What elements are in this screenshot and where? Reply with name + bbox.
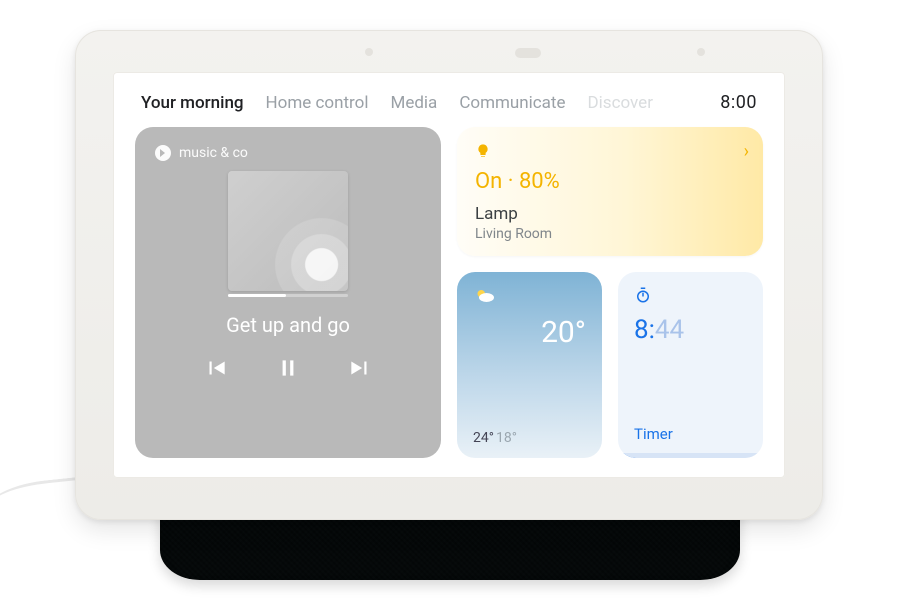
music-track-title: Get up and go <box>155 313 421 337</box>
timer-label: Timer <box>634 425 747 453</box>
weather-card[interactable]: 20° 24°18° <box>457 272 602 458</box>
tab-your-morning[interactable]: Your morning <box>141 93 244 113</box>
timer-minutes: 8: <box>634 315 655 345</box>
timer-progress <box>618 453 763 458</box>
play-pause-button[interactable] <box>275 355 301 381</box>
skip-previous-icon <box>203 355 229 381</box>
tab-discover[interactable]: Discover <box>588 93 653 113</box>
skip-next-icon <box>347 355 373 381</box>
weather-low: 18° <box>496 430 517 446</box>
screen: Your morning Home control Media Communic… <box>113 72 785 478</box>
lamp-room: Living Room <box>475 226 745 242</box>
weather-high: 24° <box>473 430 494 446</box>
chevron-right-icon[interactable]: › <box>744 141 749 162</box>
content-grid: music & co Get up and go <box>135 127 763 458</box>
clock: 8:00 <box>720 92 757 113</box>
tab-bar: Your morning Home control Media Communic… <box>135 90 763 127</box>
bulb-icon <box>475 143 745 163</box>
next-track-button[interactable] <box>347 355 373 381</box>
stopwatch-icon <box>634 286 747 309</box>
pause-icon <box>275 355 301 381</box>
timer-progress-track <box>618 453 763 458</box>
music-progress-fill <box>228 294 286 297</box>
album-art-wrap <box>155 171 421 291</box>
music-card[interactable]: music & co Get up and go <box>135 127 441 458</box>
timer-value: 8:44 <box>634 315 747 345</box>
sensor-dot-left <box>365 48 373 56</box>
weather-hilo: 24°18° <box>473 430 586 446</box>
tab-home-control[interactable]: Home control <box>266 93 369 113</box>
music-provider-label: music & co <box>179 145 248 161</box>
music-provider-icon <box>155 145 171 161</box>
weather-icon <box>473 286 586 311</box>
device-bezel: Your morning Home control Media Communic… <box>75 30 823 520</box>
music-provider-row: music & co <box>155 145 421 161</box>
weather-temp: 20° <box>473 315 586 350</box>
timer-seconds: 44 <box>655 315 684 345</box>
bottom-row: 20° 24°18° 8:44 Timer <box>457 272 763 458</box>
prev-track-button[interactable] <box>203 355 229 381</box>
lamp-state: On · 80% <box>475 169 745 194</box>
sensor-pill <box>515 48 541 58</box>
tab-communicate[interactable]: Communicate <box>459 93 565 113</box>
timer-card[interactable]: 8:44 Timer <box>618 272 763 458</box>
lamp-card[interactable]: › On · 80% Lamp Living Room <box>457 127 763 256</box>
album-art <box>228 171 348 291</box>
right-column: › On · 80% Lamp Living Room 20° <box>457 127 763 458</box>
music-controls <box>155 355 421 381</box>
sensor-dot-right <box>697 48 705 56</box>
tab-media[interactable]: Media <box>390 93 437 113</box>
lamp-name: Lamp <box>475 204 745 224</box>
